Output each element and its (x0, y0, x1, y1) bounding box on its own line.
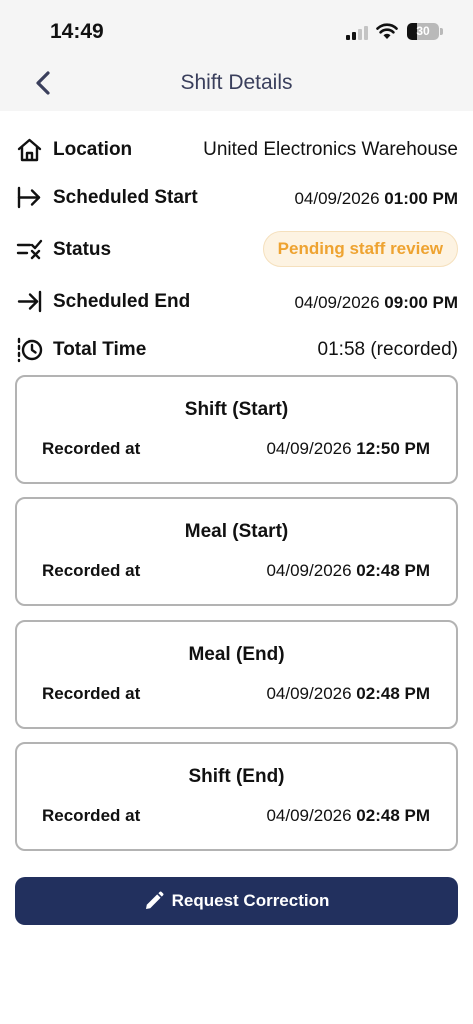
record-value: 04/09/2026 12:50 PM (266, 439, 430, 459)
record-card-shift-start: Shift (Start) Recorded at 04/09/2026 12:… (15, 375, 458, 484)
record-card-shift-end: Shift (End) Recorded at 04/09/2026 02:48… (15, 742, 458, 851)
battery-level: 30 (416, 24, 430, 38)
request-correction-label: Request Correction (171, 891, 330, 910)
arrow-from-bar-icon (17, 186, 41, 209)
record-label: Recorded at (42, 561, 141, 580)
total-time-label: Total Time (53, 339, 147, 360)
request-correction-button[interactable]: Request Correction (15, 877, 458, 925)
record-label: Recorded at (42, 439, 141, 458)
scheduled-end-date: 04/09/2026 (294, 293, 380, 312)
scheduled-start-row: Scheduled Start 04/09/2026 01:00 PM (16, 181, 458, 215)
record-title: Shift (End) (188, 766, 285, 787)
record-time: 12:50 PM (356, 439, 430, 458)
record-time: 02:48 PM (356, 561, 430, 580)
record-date: 04/09/2026 (266, 684, 352, 703)
scheduled-end-time: 09:00 PM (384, 293, 458, 312)
status-bar: 14:49 30 (0, 0, 473, 60)
page-title: Shift Details (180, 71, 293, 94)
record-date: 04/09/2026 (266, 439, 352, 458)
total-time-row: Total Time 01:58 (recorded) (16, 333, 458, 367)
scheduled-start-date: 04/09/2026 (294, 189, 380, 208)
record-date: 04/09/2026 (266, 561, 352, 580)
total-time-value: 01:58 (recorded) (317, 339, 458, 360)
record-title: Shift (Start) (184, 399, 289, 420)
record-label: Recorded at (42, 806, 141, 825)
record-title: Meal (Start) (184, 521, 289, 542)
record-date: 04/09/2026 (266, 806, 352, 825)
location-row: Location United Electronics Warehouse (16, 133, 458, 167)
status-time: 14:49 (50, 20, 104, 43)
record-value: 04/09/2026 02:48 PM (266, 684, 430, 704)
home-icon (17, 138, 42, 162)
cellular-signal-icon (346, 26, 370, 40)
record-card-meal-end: Meal (End) Recorded at 04/09/2026 02:48 … (15, 620, 458, 729)
status-row: Status Pending staff review (16, 231, 458, 267)
scheduled-start-time: 01:00 PM (384, 189, 458, 208)
location-value: United Electronics Warehouse (203, 139, 458, 160)
record-time: 02:48 PM (356, 684, 430, 703)
record-label: Recorded at (42, 684, 141, 703)
wifi-icon (376, 23, 398, 39)
record-value: 04/09/2026 02:48 PM (266, 561, 430, 581)
pencil-icon (145, 891, 164, 909)
location-label: Location (53, 139, 133, 160)
record-title: Meal (End) (188, 644, 285, 665)
scheduled-start-value: 04/09/2026 01:00 PM (294, 189, 458, 209)
scheduled-end-label: Scheduled End (53, 291, 191, 312)
scheduled-start-label: Scheduled Start (53, 187, 198, 208)
scheduled-end-row: Scheduled End 04/09/2026 09:00 PM (16, 285, 458, 319)
arrow-to-bar-icon (17, 290, 42, 313)
status-label: Status (53, 239, 112, 260)
clock-history-icon (17, 337, 43, 363)
record-value: 04/09/2026 02:48 PM (266, 806, 430, 826)
battery-icon: 30 (407, 23, 443, 40)
scheduled-end-value: 04/09/2026 09:00 PM (294, 293, 458, 313)
list-check-icon (16, 239, 43, 260)
nav-bar: Shift Details (0, 60, 473, 111)
record-time: 02:48 PM (356, 806, 430, 825)
status-badge: Pending staff review (262, 231, 458, 267)
record-card-meal-start: Meal (Start) Recorded at 04/09/2026 02:4… (15, 497, 458, 606)
